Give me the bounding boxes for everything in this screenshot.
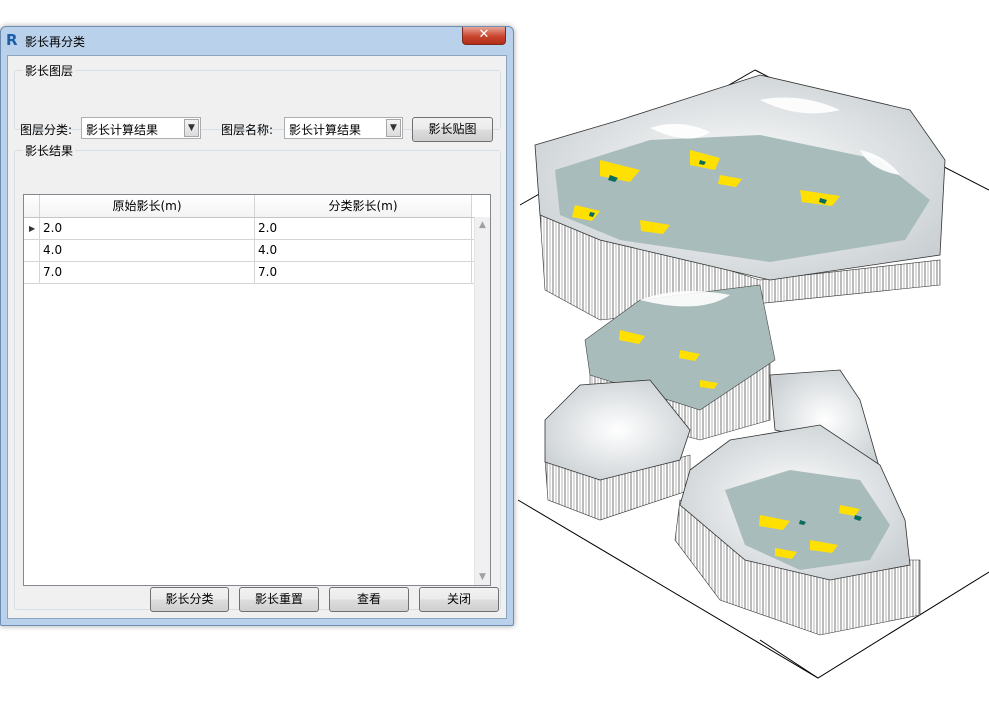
title-bar[interactable]: R 影长再分类 ✕ [1,27,513,53]
terrain-block-bottom [674,424,921,636]
table-row[interactable]: ▶ 2.0 2.0 [24,218,474,240]
current-row-arrow-icon: ▶ [29,224,36,233]
table-row[interactable]: 4.0 4.0 [24,240,474,262]
table-row[interactable]: 7.0 7.0 [24,262,474,284]
cell-original[interactable]: 4.0 [40,240,255,261]
revit-app-icon: R [6,31,18,49]
cell-original[interactable]: 2.0 [40,218,255,239]
chevron-down-icon[interactable]: ▼ [386,119,401,137]
column-header-original[interactable]: 原始影长(m) [40,195,255,217]
shadow-reclassify-dialog: R 影长再分类 ✕ 影长图层 图层分类: 影长计算结果 ▼ 图层名称: 影长计算… [0,26,514,626]
close-window-button[interactable]: ✕ [462,27,506,45]
grid-header: 原始影长(m) 分类影长(m) [24,195,474,218]
layer-name-label: 图层名称: [221,123,274,137]
layer-category-label: 图层分类: [20,123,73,137]
scroll-up-icon[interactable]: ▲ [475,217,490,233]
row-header-corner [24,195,40,217]
dialog-client-area: 影长图层 图层分类: 影长计算结果 ▼ 图层名称: 影长计算结果 ▼ 影长贴图 … [7,55,507,619]
result-group-legend: 影长结果 [25,144,74,158]
layer-name-combobox[interactable]: 影长计算结果 ▼ [284,117,403,139]
layer-category-value: 影长计算结果 [86,123,159,137]
close-button[interactable]: 关闭 [419,587,499,612]
cell-classified[interactable]: 2.0 [255,218,472,239]
layer-category-combobox[interactable]: 影长计算结果 ▼ [81,117,201,139]
grid-vertical-scrollbar[interactable]: ▲ ▼ [474,217,490,585]
row-header[interactable] [24,262,40,283]
column-header-classified[interactable]: 分类影长(m) [255,195,472,217]
reset-button[interactable]: 影长重置 [239,587,319,612]
view-button[interactable]: 查看 [329,587,409,612]
row-header[interactable]: ▶ [24,218,40,239]
scroll-down-icon[interactable]: ▼ [475,569,490,585]
row-header[interactable] [24,240,40,261]
classify-button[interactable]: 影长分类 [150,587,229,612]
cell-classified[interactable]: 4.0 [255,240,472,261]
terrain-block-upper [534,74,946,321]
shadow-map-button[interactable]: 影长贴图 [412,117,493,142]
cell-original[interactable]: 7.0 [40,262,255,283]
window-title: 影长再分类 [25,35,86,49]
layer-name-value: 影长计算结果 [289,123,362,137]
shadow-result-grid[interactable]: 原始影长(m) 分类影长(m) ▶ 2.0 2.0 4.0 4.0 7.0 7.… [23,194,491,586]
close-icon: ✕ [478,27,490,42]
chevron-down-icon[interactable]: ▼ [184,119,199,137]
layer-group-legend: 影长图层 [25,64,74,78]
cell-classified[interactable]: 7.0 [255,262,472,283]
